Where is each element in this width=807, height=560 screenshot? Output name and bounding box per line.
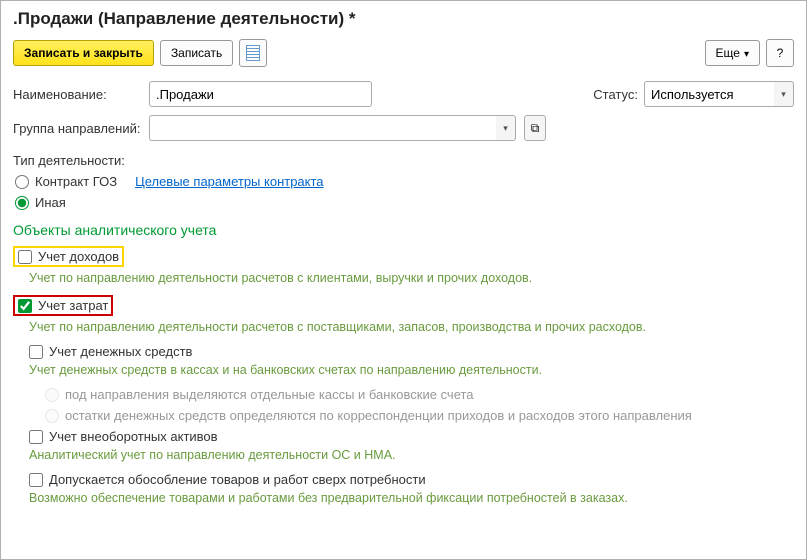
more-button[interactable]: Еще (705, 40, 760, 66)
group-dropdown-button[interactable]: ▾ (496, 115, 516, 141)
money-desc: Учет денежных средств в кассах и на банк… (29, 363, 794, 377)
assets-label: Учет внеоборотных активов (49, 429, 218, 444)
save-close-button[interactable]: Записать и закрыть (13, 40, 154, 66)
type-goz-label: Контракт ГОЗ (35, 174, 117, 189)
status-label: Статус: (593, 87, 638, 102)
page-title: .Продажи (Направление деятельности) * (13, 9, 794, 29)
status-select[interactable] (644, 81, 774, 107)
name-input[interactable] (149, 81, 372, 107)
group-input[interactable] (149, 115, 496, 141)
money-label: Учет денежных средств (49, 344, 192, 359)
help-button[interactable]: ? (766, 39, 794, 67)
cost-desc: Учет по направлению деятельности расчето… (29, 320, 794, 334)
money-sub1-radio (45, 388, 59, 402)
type-label: Тип деятельности: (13, 153, 794, 168)
income-highlight: Учет доходов (13, 246, 124, 267)
group-open-button[interactable] (524, 115, 546, 141)
money-sub1-label: под направления выделяются отдельные кас… (65, 387, 474, 402)
type-goz-radio[interactable] (15, 175, 29, 189)
cost-highlight: Учет затрат (13, 295, 113, 316)
cost-checkbox[interactable] (18, 299, 32, 313)
save-button[interactable]: Записать (160, 40, 233, 66)
list-button[interactable] (239, 39, 267, 67)
group-label: Группа направлений: (13, 121, 143, 136)
money-sub2-radio (45, 409, 59, 423)
income-checkbox[interactable] (18, 250, 32, 264)
money-sub2-label: остатки денежных средств определяются по… (65, 408, 692, 423)
name-label: Наименование: (13, 87, 143, 102)
analytics-section-title: Объекты аналитического учета (13, 222, 794, 238)
money-checkbox[interactable] (29, 345, 43, 359)
goz-params-link[interactable]: Целевые параметры контракта (135, 174, 323, 189)
goods-desc: Возможно обеспечение товарами и работами… (29, 491, 794, 505)
income-label: Учет доходов (38, 249, 119, 264)
type-other-label: Иная (35, 195, 66, 210)
goods-checkbox[interactable] (29, 473, 43, 487)
assets-desc: Аналитический учет по направлению деятел… (29, 448, 794, 462)
goods-label: Допускается обособление товаров и работ … (49, 472, 426, 487)
status-dropdown-button[interactable]: ▾ (774, 81, 794, 107)
toolbar: Записать и закрыть Записать Еще ? (13, 39, 794, 67)
type-other-radio[interactable] (15, 196, 29, 210)
cost-label: Учет затрат (38, 298, 108, 313)
list-icon (246, 45, 260, 61)
assets-checkbox[interactable] (29, 430, 43, 444)
income-desc: Учет по направлению деятельности расчето… (29, 271, 794, 285)
